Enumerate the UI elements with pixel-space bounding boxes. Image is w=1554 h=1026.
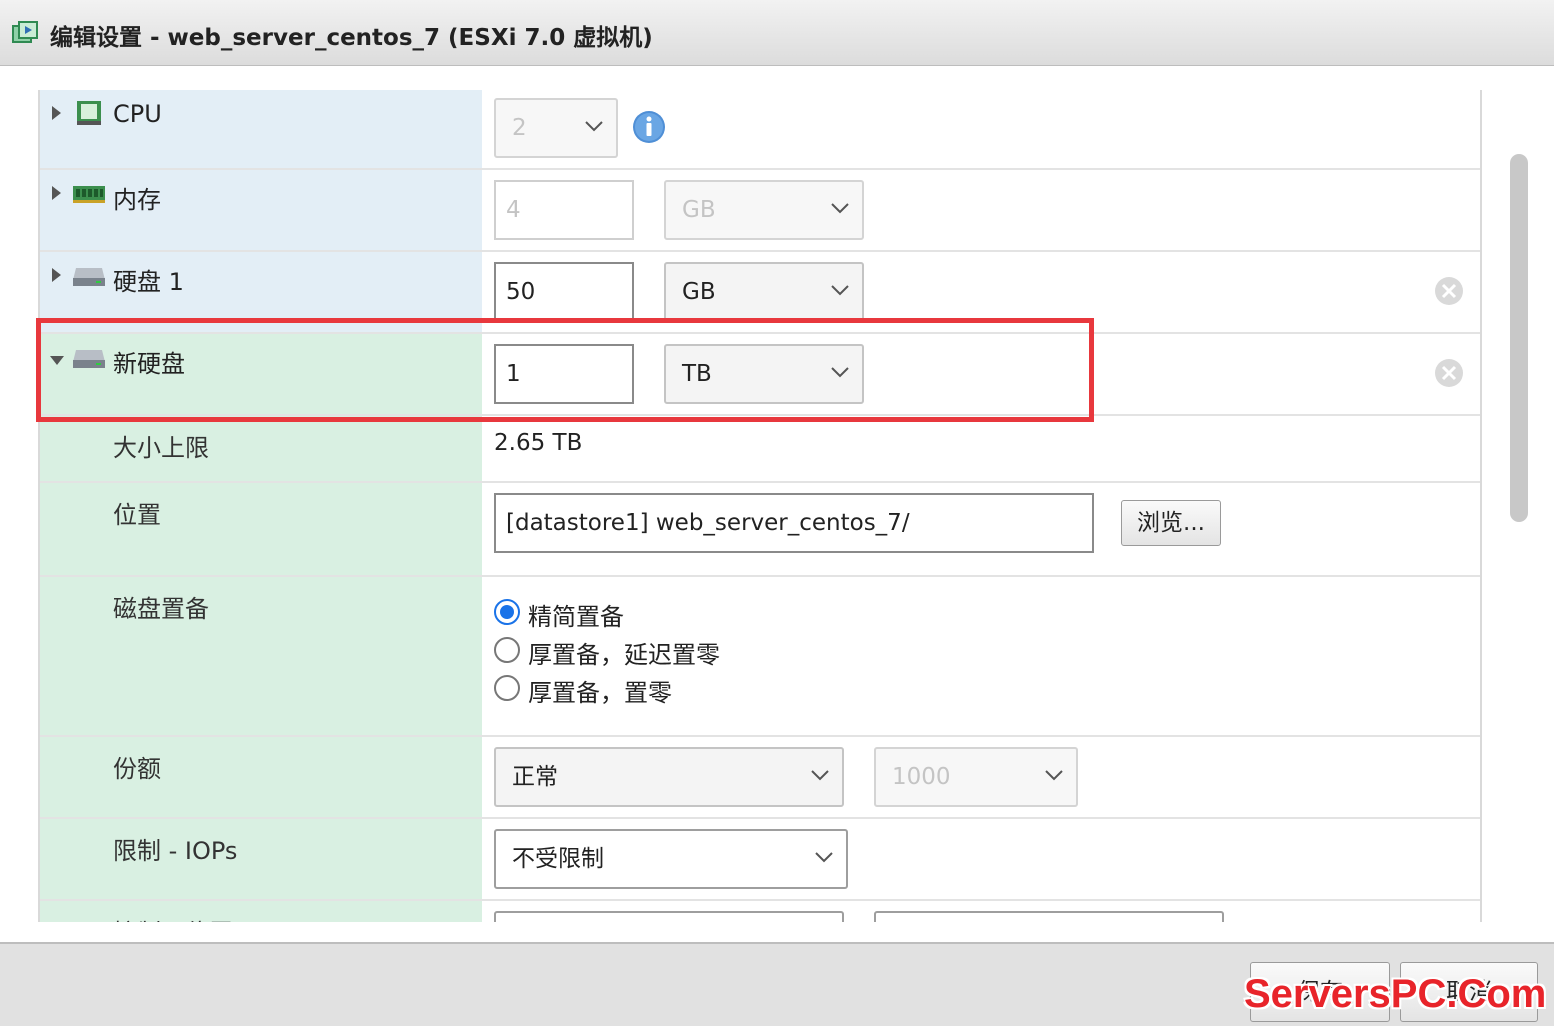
chevron-down-icon [815, 852, 833, 863]
new-disk-label: 新硬盘 [113, 350, 185, 378]
dialog-titlebar: 编辑设置 - web_server_centos_7 (ESXi 7.0 虚拟机… [0, 0, 1554, 66]
provisioning-label: 磁盘置备 [113, 595, 209, 623]
location-input[interactable]: [datastore1] web_server_centos_7/ [494, 493, 1094, 553]
browse-button[interactable]: 浏览... [1121, 500, 1221, 546]
location-row: 位置 [datastore1] web_server_centos_7/ 浏览.… [40, 483, 1480, 577]
provisioning-row: 磁盘置备 精简置备 厚置备，延迟置零 厚置备，置零 [40, 577, 1480, 737]
limit-iops-row: 限制 - IOPs 不受限制 [40, 819, 1480, 901]
settings-content: CPU 2 内存 4 GB 硬盘 1 50 GB 新硬盘 1 TB 大小上限 2… [0, 66, 1554, 922]
hard-disk-1-size-input[interactable]: 50 [494, 262, 634, 322]
cpu-label: CPU [113, 100, 162, 128]
location-label: 位置 [113, 501, 161, 529]
chevron-down-icon [585, 121, 603, 132]
controller-location-row: 控制器位置 [40, 901, 1480, 922]
new-disk-size-input[interactable]: 1 [494, 344, 634, 404]
memory-row: 内存 4 GB [40, 170, 1480, 252]
chevron-down-icon [1045, 770, 1063, 781]
new-disk-row: 新硬盘 1 TB [40, 334, 1480, 416]
controller-location-label: 控制器位置 [113, 913, 233, 922]
hard-disk-icon [73, 350, 105, 368]
limit-iops-label: 限制 - IOPs [113, 837, 238, 865]
radio-button[interactable] [494, 675, 520, 701]
chevron-down-icon [831, 285, 849, 296]
chevron-down-icon [811, 770, 829, 781]
cpu-count-select[interactable]: 2 [494, 98, 618, 158]
virtual-machine-icon [12, 21, 38, 43]
chevron-down-icon [831, 367, 849, 378]
collapse-arrow-icon[interactable] [50, 356, 64, 365]
controller-select[interactable] [494, 911, 844, 922]
shares-label: 份额 [113, 755, 161, 783]
cpu-row: CPU 2 [40, 90, 1480, 170]
remove-disk-icon[interactable] [1434, 276, 1464, 306]
hardware-table: CPU 2 内存 4 GB 硬盘 1 50 GB 新硬盘 1 TB 大小上限 2… [38, 90, 1482, 922]
shares-value-select[interactable]: 1000 [874, 747, 1078, 807]
cpu-icon [77, 101, 101, 125]
radio-button[interactable] [494, 599, 520, 625]
controller-slot-select[interactable] [874, 911, 1224, 922]
hard-disk-1-label: 硬盘 1 [113, 268, 184, 296]
memory-label: 内存 [113, 186, 161, 214]
max-size-label: 大小上限 [113, 434, 209, 462]
info-icon[interactable] [632, 110, 666, 144]
hard-disk-1-row: 硬盘 1 50 GB [40, 252, 1480, 334]
memory-size-input[interactable]: 4 [494, 180, 634, 240]
max-size-row: 大小上限 2.65 TB [40, 416, 1480, 483]
expand-arrow-icon[interactable] [52, 106, 61, 120]
new-disk-unit-select[interactable]: TB [664, 344, 864, 404]
watermark: ServersPC.Com [1244, 972, 1547, 1016]
hard-disk-icon [73, 268, 105, 286]
shares-row: 份额 正常 1000 [40, 737, 1480, 819]
chevron-down-icon [831, 203, 849, 214]
expand-arrow-icon[interactable] [52, 268, 61, 282]
radio-button[interactable] [494, 637, 520, 663]
scrollbar-thumb[interactable] [1510, 154, 1528, 522]
hard-disk-1-unit-select[interactable]: GB [664, 262, 864, 322]
shares-select[interactable]: 正常 [494, 747, 844, 807]
remove-disk-icon[interactable] [1434, 358, 1464, 388]
memory-icon [73, 186, 105, 203]
max-size-value: 2.65 TB [494, 430, 583, 456]
limit-iops-select[interactable]: 不受限制 [494, 829, 848, 889]
expand-arrow-icon[interactable] [52, 186, 61, 200]
memory-unit-select[interactable]: GB [664, 180, 864, 240]
dialog-title: 编辑设置 - web_server_centos_7 (ESXi 7.0 虚拟机… [50, 25, 653, 51]
